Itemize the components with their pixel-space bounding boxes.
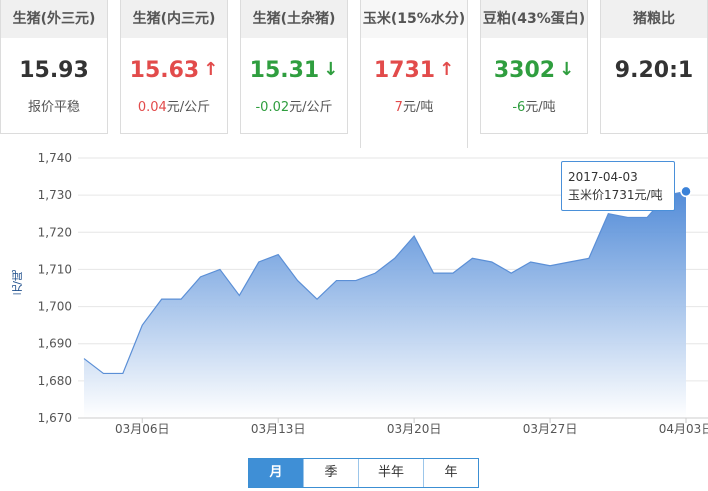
- y-tick-label: 1,740: [38, 151, 72, 165]
- change-unit: 元/公斤: [289, 100, 333, 115]
- card-pig-grain-ratio[interactable]: 猪粮比 9.20:1: [600, 0, 708, 134]
- change-value: 7: [394, 100, 403, 115]
- change-unit: 元/吨: [402, 100, 434, 115]
- tab-year[interactable]: 年: [423, 459, 478, 487]
- price-cards: 生猪(外三元) 15.93 报价平稳 生猪(内三元) 15.63 ↑ 0.04元/…: [0, 0, 708, 148]
- card-change: 报价平稳: [1, 96, 107, 115]
- tab-half-year[interactable]: 半年: [358, 459, 423, 487]
- tooltip-value: 玉米价1731元/吨: [568, 188, 663, 202]
- card-change-text: 报价平稳: [27, 100, 80, 115]
- highlight-point: [680, 185, 692, 198]
- card-price: 1731 ↑: [361, 58, 467, 83]
- card-price: 15.93: [19, 58, 89, 83]
- change-value: 0.04: [137, 100, 167, 115]
- arrow-down-icon: ↓: [323, 59, 339, 80]
- chart-tooltip: 2017-04-03 玉米价1731元/吨: [561, 161, 675, 211]
- arrow-up-icon: ↑: [439, 59, 455, 80]
- card-change: -0.02元/公斤: [241, 96, 347, 115]
- card-title: 生猪(内三元): [121, 0, 227, 38]
- card-title: 生猪(土杂猪): [241, 0, 347, 38]
- tooltip-date: 2017-04-03: [568, 170, 638, 184]
- price-value: 3302: [493, 58, 556, 83]
- y-axis-label: 元/吨: [11, 270, 24, 296]
- card-corn[interactable]: 玉米(15%水分) 1731 ↑ 7元/吨: [360, 0, 468, 148]
- area-fill: [84, 191, 686, 418]
- card-price: 3302 ↓: [481, 58, 587, 83]
- x-tick-label: 04月03日: [659, 422, 708, 436]
- card-title: 豆粕(43%蛋白): [481, 0, 587, 38]
- change-unit: 元/吨: [525, 100, 556, 115]
- card-title: 生猪(外三元): [1, 0, 107, 38]
- price-value: 1731: [373, 58, 436, 83]
- y-tick-label: 1,700: [38, 300, 72, 314]
- period-tabs: 月 季 半年 年: [248, 458, 479, 488]
- card-pig-local[interactable]: 生猪(土杂猪) 15.31 ↓ -0.02元/公斤: [240, 0, 348, 134]
- card-pig-outer[interactable]: 生猪(外三元) 15.93 报价平稳: [0, 0, 108, 134]
- card-price: 15.63 ↑: [121, 58, 227, 83]
- y-tick-label: 1,720: [38, 225, 72, 239]
- change-value: -0.02: [255, 100, 290, 115]
- y-tick-label: 1,670: [38, 411, 72, 425]
- card-price: 15.31 ↓: [241, 58, 347, 83]
- y-tick-label: 1,680: [38, 374, 72, 388]
- y-tick-label: 1,710: [38, 262, 72, 276]
- card-pig-inner[interactable]: 生猪(内三元) 15.63 ↑ 0.04元/公斤: [120, 0, 228, 134]
- arrow-down-icon: ↓: [559, 59, 575, 80]
- card-title: 玉米(15%水分): [361, 0, 467, 38]
- x-tick-label: 03月20日: [387, 422, 442, 436]
- x-tick-label: 03月06日: [115, 422, 170, 436]
- price-value: 15.31: [249, 58, 320, 83]
- card-change: 0.04元/公斤: [121, 96, 227, 115]
- change-unit: 元/公斤: [166, 100, 211, 115]
- card-price: 9.20:1: [614, 58, 694, 83]
- x-tick-label: 03月13日: [251, 422, 306, 436]
- card-change: -6元/吨: [481, 96, 587, 115]
- tab-month[interactable]: 月: [249, 459, 303, 487]
- y-tick-label: 1,690: [38, 337, 72, 351]
- change-value: -6: [512, 100, 526, 115]
- card-change: 7元/吨: [361, 96, 467, 115]
- card-title: 猪粮比: [601, 0, 707, 38]
- tab-quarter[interactable]: 季: [303, 459, 358, 487]
- x-tick-label: 03月27日: [523, 422, 578, 436]
- y-tick-label: 1,730: [38, 188, 72, 202]
- card-soymeal[interactable]: 豆粕(43%蛋白) 3302 ↓ -6元/吨: [480, 0, 588, 134]
- arrow-up-icon: ↑: [203, 59, 219, 80]
- price-value: 15.63: [129, 58, 200, 83]
